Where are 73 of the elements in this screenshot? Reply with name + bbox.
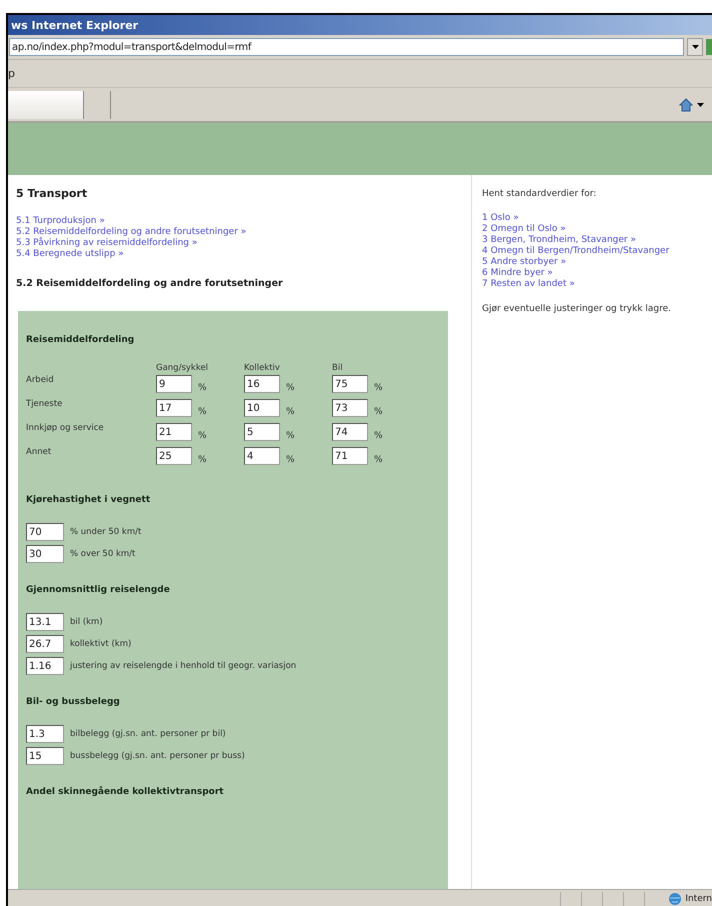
address-field[interactable]: ap.no/index.php?modul=transport&delmodul=rmf [9, 38, 684, 56]
window-title: ws Internet Explorer [11, 18, 138, 32]
nav-link[interactable]: 5.3 Påvirkning av reisemiddelfordeling » [16, 238, 198, 249]
unit-label: % [374, 455, 383, 465]
unit-label: % [198, 407, 207, 417]
input-field[interactable]: 21 [156, 423, 192, 441]
unit-label: % [374, 407, 383, 417]
unit-label: % [374, 431, 383, 441]
field-label: bilbelegg (gj.sn. ant. personer pr bil) [70, 729, 226, 739]
unit-label: % [374, 383, 383, 393]
row-label: Arbeid [26, 375, 55, 385]
input-field[interactable]: 25 [156, 447, 192, 465]
unit-label: % [198, 431, 207, 441]
group-heading: Andel skinnegående kollektivtransport [26, 787, 225, 797]
caret-icon [692, 45, 698, 49]
caret-icon[interactable] [697, 102, 704, 106]
menu-item[interactable]: p [8, 67, 15, 80]
input-field[interactable]: 13.1 [26, 613, 64, 631]
group-heading: Gjennomsnittlig reiselengde [26, 585, 171, 595]
unit-label: % [198, 383, 207, 393]
unit-label: % [198, 455, 207, 465]
nav-link[interactable]: 5.4 Beregnede utslipp » [16, 249, 124, 260]
input-field[interactable]: 73 [332, 399, 368, 417]
input-field[interactable]: 26.7 [26, 635, 64, 653]
column-header: Bil [332, 363, 344, 373]
input-field[interactable]: 70 [26, 523, 64, 541]
preset-link[interactable]: 2 Omegn til Oslo » [482, 224, 566, 235]
input-field[interactable]: 1.3 [26, 725, 64, 743]
preset-link[interactable]: 7 Resten av landet » [482, 279, 575, 290]
input-field[interactable]: 1.16 [26, 657, 64, 675]
input-field[interactable]: 71 [332, 447, 368, 465]
input-field[interactable]: 4 [244, 447, 280, 465]
field-label: bussbelegg (gj.sn. ant. personer pr buss) [70, 751, 245, 761]
intro-text: Hent standardverdier for: [482, 189, 598, 199]
section-heading: 5.2 Reisemiddelfordeling og andre forutsetninger [16, 278, 284, 289]
input-field[interactable]: 75 [332, 375, 368, 393]
group-heading: Kjørehastighet i vegnett [26, 495, 152, 505]
input-field[interactable]: 17 [156, 399, 192, 417]
dropdown-button[interactable] [687, 38, 703, 56]
field-label: bil (km) [70, 617, 103, 627]
row-label: Tjeneste [26, 399, 64, 409]
preset-link[interactable]: 5 Andre storbyer » [482, 257, 566, 268]
preset-link[interactable]: 4 Omegn til Bergen/Trondheim/Stavanger [482, 246, 670, 257]
unit-label: % [286, 431, 295, 441]
preset-link[interactable]: 1 Oslo » [482, 213, 519, 224]
row-label: Annet [26, 447, 52, 457]
group-heading: Reisemiddelfordeling [26, 335, 136, 345]
input-field[interactable]: 9 [156, 375, 192, 393]
preset-link[interactable]: 3 Bergen, Trondheim, Stavanger » [482, 235, 636, 246]
input-field[interactable]: 16 [244, 375, 280, 393]
input-field[interactable]: 15 [26, 747, 64, 765]
zone-label: Intern [685, 894, 712, 904]
page-title: 5 Transport [16, 187, 88, 200]
unit-label: % [286, 407, 295, 417]
nav-link[interactable]: 5.2 Reisemiddelfordeling og andre forutsetninger » [16, 227, 246, 238]
field-label: % over 50 km/t [70, 549, 136, 559]
input-field[interactable]: 74 [332, 423, 368, 441]
globe-icon [668, 892, 682, 906]
column-header: Gang/sykkel [156, 363, 210, 373]
nav-link[interactable]: 5.1 Turproduksjon » [16, 216, 105, 227]
input-field[interactable]: 10 [244, 399, 280, 417]
row-label: Innkjøp og service [26, 423, 105, 433]
instruction-text: Gjør eventuelle justeringer og trykk lagre. [482, 304, 672, 314]
column-header: Kollektiv [244, 363, 281, 373]
preset-link[interactable]: 6 Mindre byer » [482, 268, 553, 279]
group-heading: Bil- og bussbelegg [26, 697, 121, 707]
field-label: % under 50 km/t [70, 527, 142, 537]
input-field[interactable]: 30 [26, 545, 64, 563]
field-label: justering av reiselengde i henhold til geogr. variasjon [70, 661, 296, 671]
input-field[interactable]: 5 [244, 423, 280, 441]
unit-label: % [286, 383, 295, 393]
unit-label: % [286, 455, 295, 465]
field-label: kollektivt (km) [70, 639, 132, 649]
